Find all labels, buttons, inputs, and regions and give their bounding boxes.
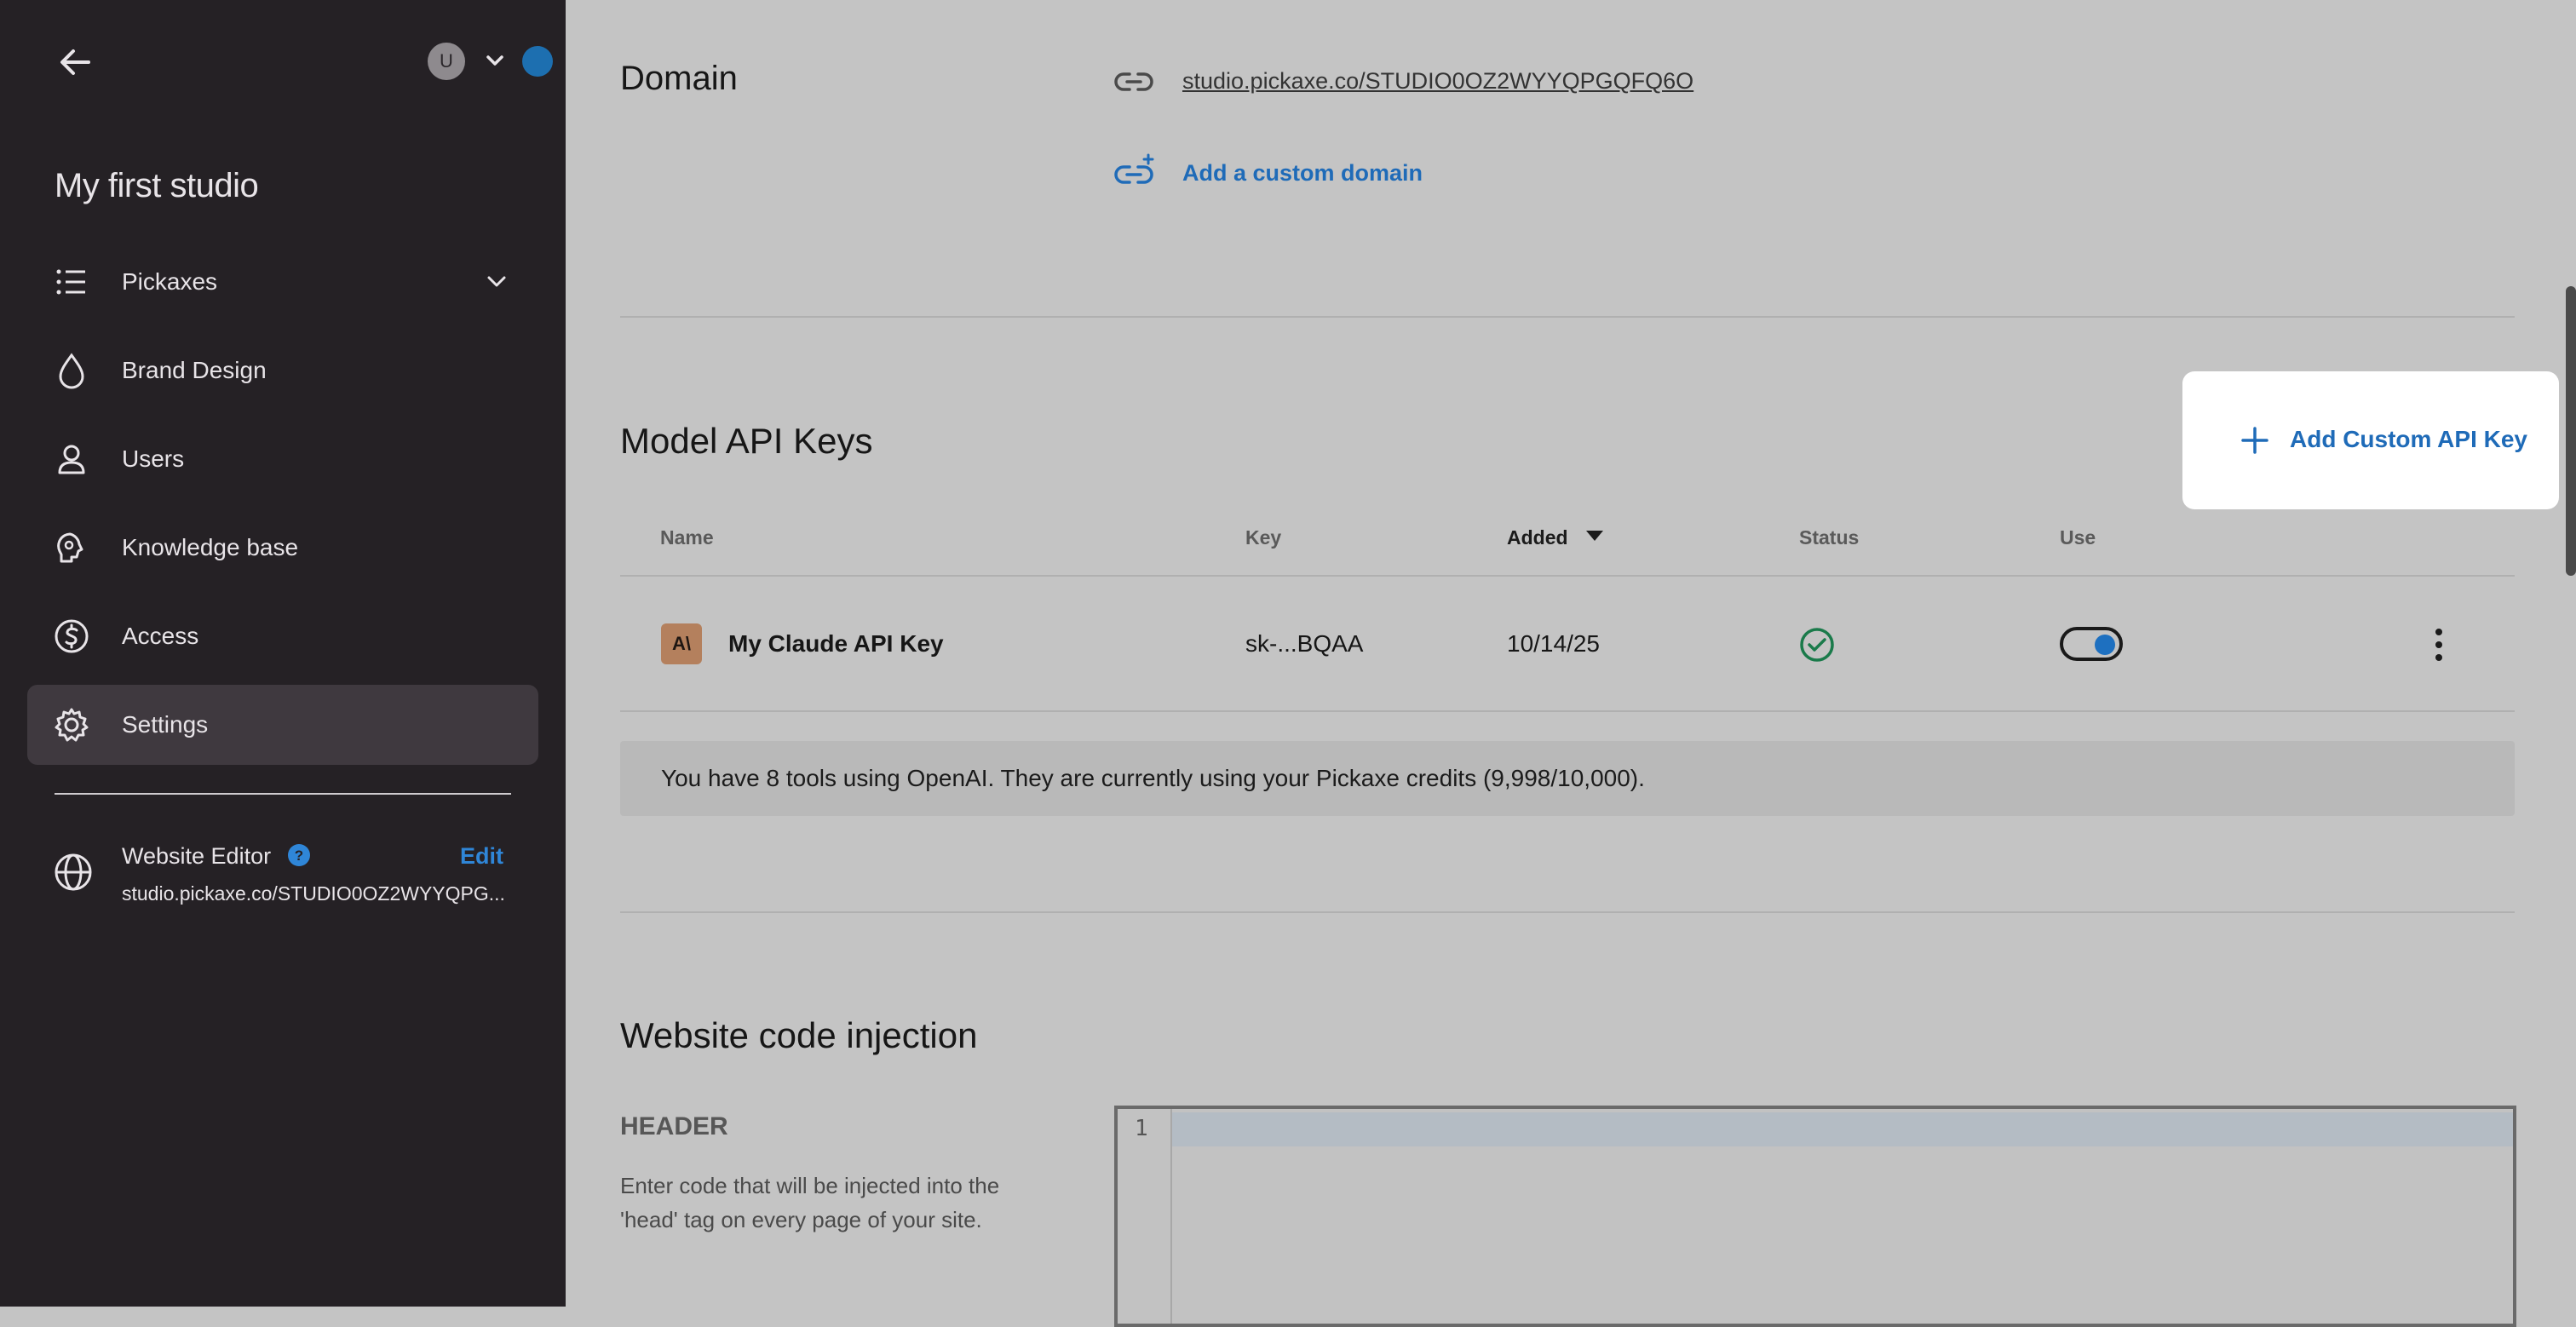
studio-title: My first studio [55,167,259,204]
use-toggle[interactable] [2060,627,2123,661]
notification-dot[interactable] [522,46,553,77]
chevron-down-icon[interactable] [484,269,509,295]
globe-icon [55,853,92,891]
model-api-keys-heading: Model API Keys [620,421,873,461]
sidebar-item-pickaxes[interactable]: Pickaxes [27,242,538,322]
sort-desc-icon[interactable] [1584,528,1605,543]
add-custom-api-key-button[interactable]: Add Custom API Key [2182,371,2559,509]
table-divider [620,710,2515,712]
website-editor-url: studio.pickaxe.co/STUDIO0OZ2WYYQPG... [122,882,505,905]
code-injection-heading: Website code injection [620,1015,978,1055]
sidebar-item-label: Pickaxes [122,268,218,295]
active-line[interactable] [1172,1112,2513,1146]
add-custom-domain-link[interactable]: Add a custom domain [1182,160,1423,187]
credits-info-banner: You have 8 tools using OpenAI. They are … [620,741,2515,816]
column-header-added[interactable]: Added [1507,526,1568,549]
section-divider [620,316,2515,318]
table-divider [620,575,2515,577]
list-icon [56,269,85,295]
scrollbar-thumb[interactable] [2566,286,2576,576]
user-icon [58,445,85,474]
sidebar-item-brand-design[interactable]: Brand Design [27,330,538,411]
link-icon [1114,72,1153,91]
svg-text:?: ? [295,847,303,864]
website-editor-title: Website Editor [122,843,272,869]
line-number: 1 [1135,1116,1148,1141]
column-header-use[interactable]: Use [2060,526,2096,549]
dollar-circle-icon [55,619,89,653]
domain-url-link[interactable]: studio.pickaxe.co/STUDIO0OZ2WYYQPGQFQ6O [1182,68,1693,95]
api-key-added-date: 10/14/25 [1507,630,1600,657]
line-gutter: 1 [1118,1109,1172,1324]
settings-content: Domain studio.pickaxe.co/STUDIO0OZ2WYYQP… [566,0,2576,1327]
sidebar-item-label: Brand Design [122,357,267,383]
more-options-icon[interactable] [2426,625,2452,664]
sidebar-item-label: Access [122,623,199,649]
toggle-knob [2095,635,2115,655]
header-description: Enter code that will be injected into th… [620,1173,1000,1232]
credits-info-text: You have 8 tools using OpenAI. They are … [661,765,1645,791]
header-label: HEADER [620,1112,728,1140]
add-key-label: Add Custom API Key [2290,426,2527,452]
sidebar-item-label: Users [122,445,185,472]
plus-icon [2241,427,2268,454]
avatar[interactable]: U [428,43,465,80]
api-key-value: sk-...BQAA [1245,630,1364,657]
sidebar-item-access[interactable]: Access [27,596,538,676]
sidebar-item-label: Settings [122,711,209,738]
sidebar-divider [55,793,511,795]
check-circle-icon [1800,628,1834,662]
sidebar-item-label: Knowledge base [122,534,299,560]
sidebar: U My first studio Pickaxes Brand Design … [0,0,566,1307]
brain-icon [57,532,83,563]
section-divider [620,911,2515,913]
column-header-name[interactable]: Name [660,526,714,549]
domain-heading: Domain [620,60,738,97]
gear-icon [55,708,89,742]
column-header-status[interactable]: Status [1799,526,1859,549]
website-editor-edit-link[interactable]: Edit [460,843,503,870]
help-icon[interactable]: ? [287,843,311,867]
back-arrow-icon[interactable] [53,43,97,82]
chevron-down-icon[interactable] [482,48,508,73]
drop-icon [59,353,84,389]
anthropic-logo-icon: A\ [661,623,702,664]
sidebar-item-users[interactable]: Users [27,419,538,499]
header-code-editor[interactable]: 1 [1114,1106,2516,1327]
column-header-key[interactable]: Key [1245,526,1281,549]
sidebar-item-knowledge-base[interactable]: Knowledge base [27,508,538,588]
add-link-icon[interactable] [1113,153,1155,191]
sidebar-item-settings[interactable]: Settings [27,685,538,765]
api-key-name: My Claude API Key [728,630,944,657]
